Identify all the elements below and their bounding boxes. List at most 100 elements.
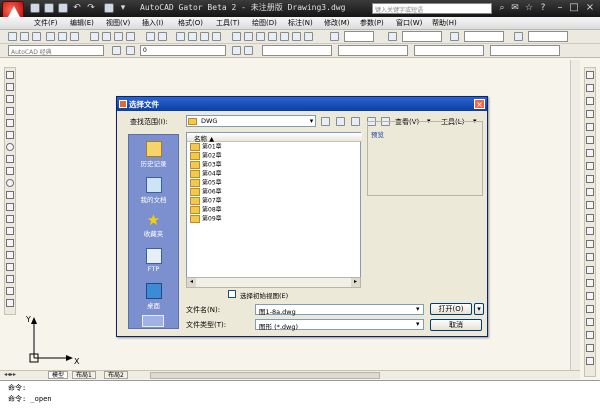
multileader-style-icon[interactable]	[514, 32, 523, 41]
multileader-style-combo[interactable]	[528, 31, 568, 42]
file-list-scrollbar[interactable]: ◂ ▸	[186, 277, 361, 288]
snap-endpoint-icon[interactable]	[586, 292, 594, 300]
save-icon[interactable]	[58, 3, 68, 13]
stretch-icon[interactable]	[586, 175, 594, 183]
zoom-realtime-icon[interactable]	[188, 32, 197, 41]
undo-icon[interactable]: ↶	[72, 3, 82, 13]
workspace-combo[interactable]: AutoCAD 经典	[8, 45, 104, 56]
help-icon[interactable]	[304, 32, 313, 41]
redo-icon[interactable]: ↷	[86, 3, 96, 13]
new-icon[interactable]	[30, 3, 40, 13]
spline-icon[interactable]	[6, 167, 14, 175]
plot-style-combo[interactable]	[490, 45, 560, 56]
tab-nav-icon[interactable]: ◂◂▸▸	[4, 371, 16, 378]
pan-icon[interactable]	[176, 32, 185, 41]
open-icon[interactable]	[44, 3, 54, 13]
break-at-point-icon[interactable]	[586, 214, 594, 222]
region-icon[interactable]	[6, 263, 14, 271]
markup-icon[interactable]	[280, 32, 289, 41]
offset-icon[interactable]	[586, 110, 594, 118]
list-item[interactable]: 第02章	[187, 152, 257, 160]
tab-layout1[interactable]: 布局1	[72, 371, 96, 379]
join-icon[interactable]	[586, 240, 594, 248]
back-icon[interactable]	[321, 117, 330, 126]
move-icon[interactable]	[586, 136, 594, 144]
snap-intersection-icon[interactable]	[586, 318, 594, 326]
rotate-icon[interactable]	[586, 149, 594, 157]
vertical-scrollbar[interactable]	[570, 60, 580, 372]
place-favorites[interactable]: ★ 收藏夹	[129, 211, 178, 245]
search-input[interactable]: 键入关键字或短语	[372, 3, 492, 14]
tab-layout2[interactable]: 布局2	[104, 371, 128, 379]
ellipse-arc-icon[interactable]	[6, 191, 14, 199]
match-properties-icon[interactable]	[126, 32, 135, 41]
search-web-icon[interactable]	[351, 117, 360, 126]
add-selected-icon[interactable]	[6, 299, 14, 307]
command-input[interactable]: 命令: _open	[8, 394, 52, 404]
insert-block-icon[interactable]	[6, 203, 14, 211]
chevron-down-icon[interactable]: ▾	[416, 305, 420, 313]
workspace-settings-icon[interactable]	[112, 46, 121, 55]
snap-quadrant-icon[interactable]	[586, 344, 594, 352]
break-icon[interactable]	[586, 227, 594, 235]
menu-insert[interactable]: 插入(I)	[142, 18, 164, 29]
maximize-button[interactable]: □	[568, 2, 580, 14]
place-my-documents[interactable]: 我的文档	[129, 175, 178, 209]
snap-settings-icon[interactable]	[586, 357, 594, 365]
menu-tools[interactable]: 工具(T)	[216, 18, 240, 29]
lookin-combo[interactable]: DWG	[186, 115, 316, 127]
revision-cloud-icon[interactable]	[6, 155, 14, 163]
menu-modify[interactable]: 修改(M)	[324, 18, 350, 29]
column-header-name[interactable]: 名称 ▲	[187, 133, 362, 143]
plot-preview-icon[interactable]	[58, 32, 67, 41]
point-icon[interactable]	[6, 227, 14, 235]
list-item[interactable]: 第03章	[187, 161, 257, 169]
plot-icon[interactable]	[104, 3, 114, 13]
copy-icon[interactable]	[102, 32, 111, 41]
menu-help[interactable]: 帮助(H)	[432, 18, 457, 29]
help-icon[interactable]: ?	[538, 3, 548, 13]
new-icon[interactable]	[8, 32, 17, 41]
filetype-select[interactable]: 图形 (*.dwg)	[255, 319, 424, 331]
chevron-down-icon[interactable]: ▾	[416, 320, 420, 328]
paste-icon[interactable]	[114, 32, 123, 41]
layer-properties-icon[interactable]	[126, 46, 135, 55]
layer-combo[interactable]: 0	[140, 45, 226, 56]
zoom-window-icon[interactable]	[200, 32, 209, 41]
tool-palettes-icon[interactable]	[256, 32, 265, 41]
ellipse-icon[interactable]	[6, 179, 14, 187]
tab-model[interactable]: 模型	[48, 371, 69, 379]
search-icon[interactable]: ⌕	[497, 3, 507, 13]
scale-icon[interactable]	[586, 162, 594, 170]
scroll-left-icon[interactable]: ◂	[187, 278, 196, 287]
chamfer-icon[interactable]	[586, 253, 594, 261]
communication-icon[interactable]: ✉	[510, 3, 520, 13]
erase-icon[interactable]	[586, 71, 594, 79]
menu-dimension[interactable]: 标注(N)	[288, 18, 313, 29]
list-item[interactable]: 第08章	[187, 206, 257, 214]
polygon-icon[interactable]	[6, 107, 14, 115]
menu-view[interactable]: 视图(V)	[106, 18, 130, 29]
close-button[interactable]: ×	[584, 2, 596, 14]
make-block-icon[interactable]	[6, 215, 14, 223]
quickcalc-icon[interactable]	[292, 32, 301, 41]
table-style-combo[interactable]	[464, 31, 504, 42]
polyline-icon[interactable]	[6, 95, 14, 103]
linetype-combo[interactable]	[338, 45, 408, 56]
zoom-previous-icon[interactable]	[212, 32, 221, 41]
filename-input[interactable]: 图1-8a.dwg	[255, 304, 424, 316]
hatch-icon[interactable]	[6, 239, 14, 247]
menu-format[interactable]: 格式(O)	[178, 18, 203, 29]
menu-edit[interactable]: 编辑(E)	[70, 18, 94, 29]
snap-center-icon[interactable]	[586, 331, 594, 339]
cancel-button[interactable]: 取消	[430, 319, 482, 331]
dialog-close-button[interactable]: ×	[474, 99, 485, 109]
make-current-layer-icon[interactable]	[232, 46, 241, 55]
chevron-down-icon[interactable]: ▾	[307, 117, 316, 126]
extend-icon[interactable]	[586, 201, 594, 209]
menu-file[interactable]: 文件(F)	[34, 18, 58, 29]
minimize-button[interactable]: –	[554, 2, 566, 14]
publish-icon[interactable]	[70, 32, 79, 41]
list-item[interactable]: 第09章	[187, 215, 257, 223]
place-history[interactable]: 历史记录	[129, 139, 178, 173]
